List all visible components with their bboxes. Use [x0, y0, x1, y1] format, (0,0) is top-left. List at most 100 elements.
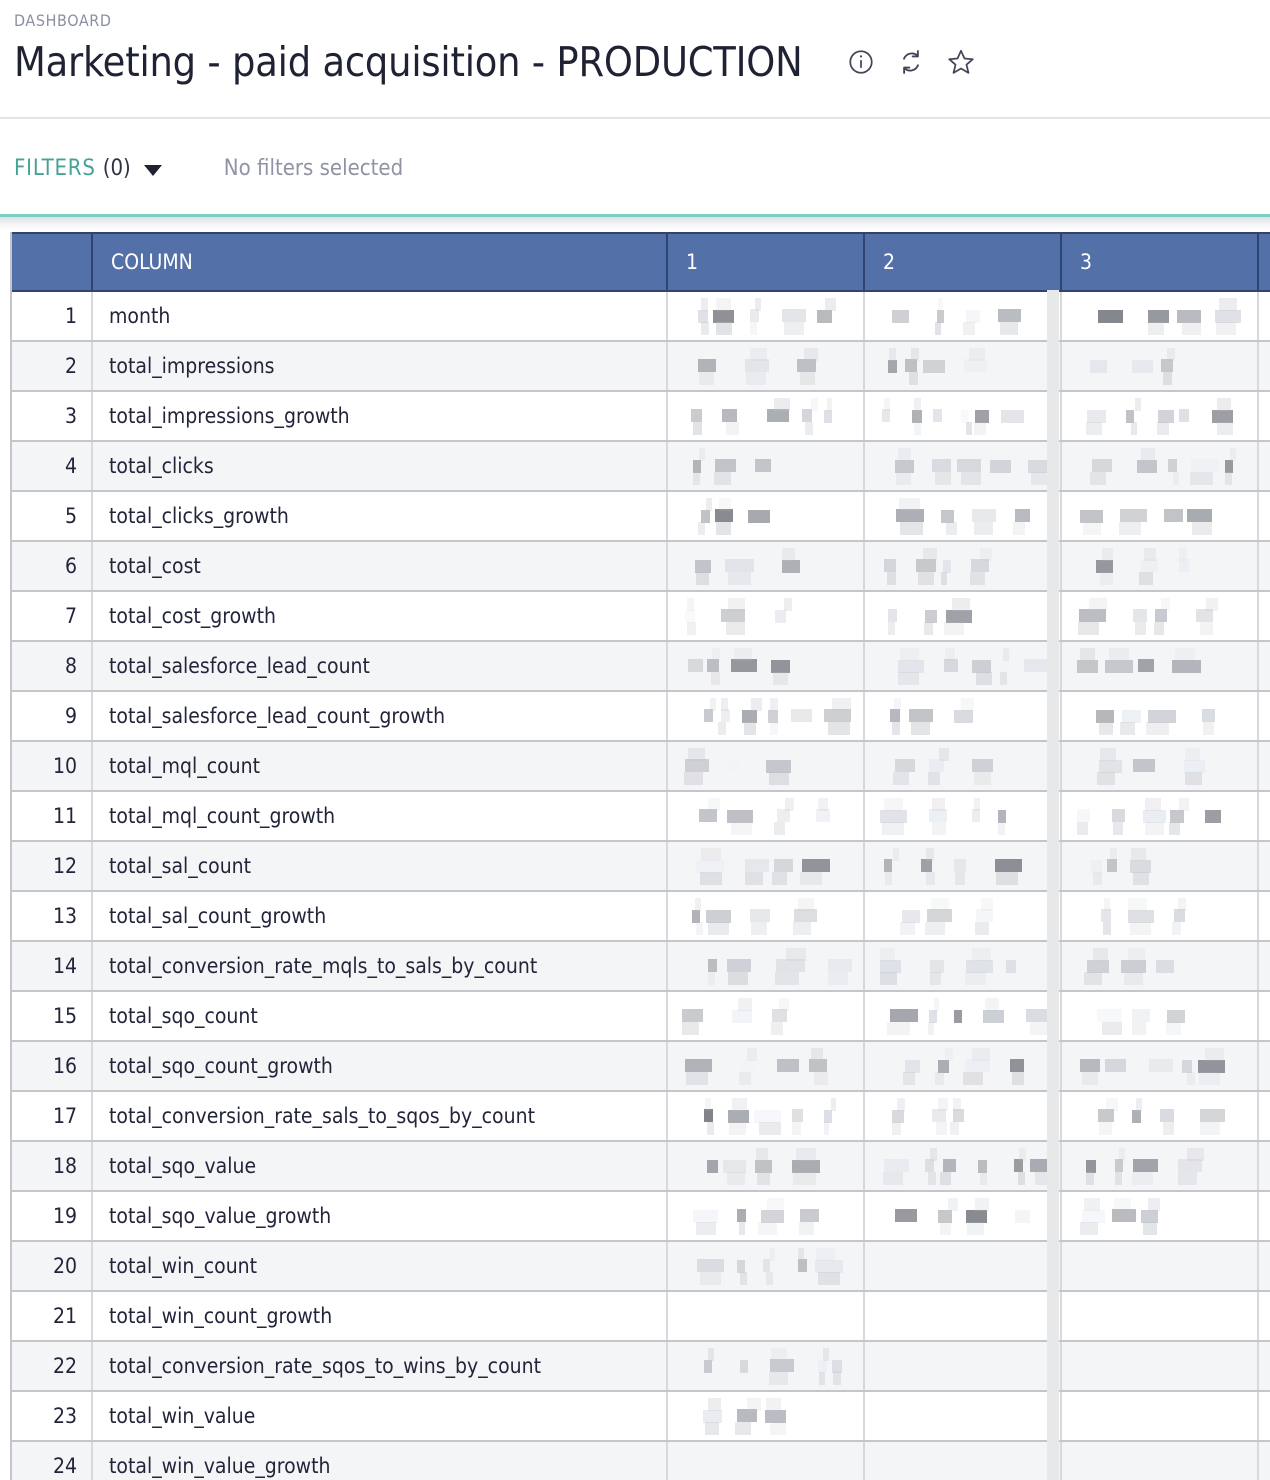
- table-row[interactable]: 20 total_win_count: [12, 1241, 1270, 1292]
- table-row[interactable]: 16 total_sqo_count_growth: [12, 1041, 1270, 1092]
- table-row[interactable]: 3 total_impressions_growth: [12, 391, 1270, 442]
- table-row[interactable]: 14 total_conversion_rate_mqls_to_sals_by_…: [12, 941, 1270, 992]
- data-cell-4[interactable]: [1258, 1341, 1270, 1392]
- data-cell-4[interactable]: [1258, 991, 1270, 1042]
- data-cell-4[interactable]: [1258, 1291, 1270, 1342]
- column-name-cell[interactable]: total_sqo_count_growth: [92, 1041, 668, 1092]
- column-name-cell[interactable]: total_win_count: [92, 1241, 668, 1292]
- data-cell-4[interactable]: [1258, 1441, 1270, 1480]
- data-cell-1[interactable]: [667, 791, 865, 842]
- data-cell-1[interactable]: [667, 441, 865, 492]
- data-cell-1[interactable]: [667, 641, 865, 692]
- column-name-cell[interactable]: total_win_value: [92, 1391, 668, 1442]
- data-cell-4[interactable]: [1258, 1041, 1270, 1092]
- table-row[interactable]: 18 total_sqo_value: [12, 1141, 1270, 1192]
- column-name-cell[interactable]: month: [92, 291, 668, 342]
- table-row[interactable]: 1 month: [12, 291, 1270, 342]
- column-name-cell[interactable]: total_conversion_rate_sqos_to_wins_by_co…: [92, 1341, 668, 1392]
- data-cell-1[interactable]: [667, 1191, 865, 1242]
- data-cell-1[interactable]: [667, 841, 865, 892]
- data-cell-1[interactable]: [667, 891, 865, 942]
- data-cell-3[interactable]: [1061, 641, 1259, 692]
- data-cell-3[interactable]: [1061, 541, 1259, 592]
- data-cell-3[interactable]: [1061, 1341, 1259, 1392]
- data-cell-2[interactable]: [864, 1341, 1062, 1392]
- column-header-1[interactable]: 1: [667, 232, 865, 292]
- data-cell-2[interactable]: [864, 641, 1062, 692]
- filters-toggle-label[interactable]: FILTERS: [14, 156, 96, 181]
- data-cell-2[interactable]: [864, 341, 1062, 392]
- data-cell-1[interactable]: [667, 1391, 865, 1442]
- column-name-cell[interactable]: total_mql_count_growth: [92, 791, 668, 842]
- data-cell-2[interactable]: [864, 841, 1062, 892]
- table-row[interactable]: 15 total_sqo_count: [12, 991, 1270, 1042]
- column-header-2[interactable]: 2: [864, 232, 1062, 292]
- table-row[interactable]: 23 total_win_value: [12, 1391, 1270, 1442]
- column-name-cell[interactable]: total_conversion_rate_sals_to_sqos_by_co…: [92, 1091, 668, 1142]
- data-cell-2[interactable]: [864, 1141, 1062, 1192]
- data-cell-3[interactable]: [1061, 441, 1259, 492]
- data-cell-2[interactable]: [864, 991, 1062, 1042]
- data-cell-1[interactable]: [667, 591, 865, 642]
- data-cell-1[interactable]: [667, 1041, 865, 1092]
- data-cell-2[interactable]: [864, 291, 1062, 342]
- data-cell-4[interactable]: [1258, 691, 1270, 742]
- data-cell-4[interactable]: [1258, 491, 1270, 542]
- data-cell-3[interactable]: [1061, 841, 1259, 892]
- table-row[interactable]: 11 total_mql_count_growth: [12, 791, 1270, 842]
- data-cell-4[interactable]: [1258, 441, 1270, 492]
- data-cell-1[interactable]: [667, 1291, 865, 1342]
- data-cell-4[interactable]: [1258, 541, 1270, 592]
- table-row[interactable]: 19 total_sqo_value_growth: [12, 1191, 1270, 1242]
- data-cell-3[interactable]: [1061, 891, 1259, 942]
- data-cell-2[interactable]: [864, 691, 1062, 742]
- data-cell-1[interactable]: [667, 291, 865, 342]
- column-name-cell[interactable]: total_clicks: [92, 441, 668, 492]
- column-name-cell[interactable]: total_sal_count_growth: [92, 891, 668, 942]
- data-cell-3[interactable]: [1061, 491, 1259, 542]
- table-row[interactable]: 10 total_mql_count: [12, 741, 1270, 792]
- data-cell-3[interactable]: [1061, 691, 1259, 742]
- data-cell-1[interactable]: [667, 1441, 865, 1480]
- data-cell-4[interactable]: [1258, 941, 1270, 992]
- data-cell-4[interactable]: [1258, 341, 1270, 392]
- column-header-4[interactable]: [1258, 232, 1270, 292]
- data-cell-4[interactable]: [1258, 391, 1270, 442]
- data-cell-1[interactable]: [667, 341, 865, 392]
- table-row[interactable]: 12 total_sal_count: [12, 841, 1270, 892]
- data-cell-1[interactable]: [667, 691, 865, 742]
- column-name-cell[interactable]: total_sqo_count: [92, 991, 668, 1042]
- data-cell-4[interactable]: [1258, 641, 1270, 692]
- data-cell-3[interactable]: [1061, 591, 1259, 642]
- data-cell-2[interactable]: [864, 1391, 1062, 1442]
- data-cell-3[interactable]: [1061, 1441, 1259, 1480]
- data-cell-2[interactable]: [864, 941, 1062, 992]
- data-cell-3[interactable]: [1061, 1141, 1259, 1192]
- data-cell-3[interactable]: [1061, 1391, 1259, 1442]
- table-row[interactable]: 4 total_clicks: [12, 441, 1270, 492]
- data-cell-4[interactable]: [1258, 291, 1270, 342]
- data-cell-2[interactable]: [864, 1241, 1062, 1292]
- table-row[interactable]: 17 total_conversion_rate_sals_to_sqos_by_…: [12, 1091, 1270, 1142]
- data-cell-2[interactable]: [864, 1041, 1062, 1092]
- data-cell-4[interactable]: [1258, 891, 1270, 942]
- table-row[interactable]: 24 total_win_value_growth: [12, 1441, 1270, 1480]
- data-cell-4[interactable]: [1258, 841, 1270, 892]
- data-cell-3[interactable]: [1061, 741, 1259, 792]
- column-name-cell[interactable]: total_cost: [92, 541, 668, 592]
- data-cell-2[interactable]: [864, 441, 1062, 492]
- results-table-container[interactable]: COLUMN 1 2 3 1 month 2 total_impressions 3 to…: [10, 232, 1270, 1480]
- column-header-column[interactable]: COLUMN: [92, 232, 668, 292]
- table-row[interactable]: 2 total_impressions: [12, 341, 1270, 392]
- column-name-cell[interactable]: total_sqo_value: [92, 1141, 668, 1192]
- data-cell-2[interactable]: [864, 741, 1062, 792]
- data-cell-3[interactable]: [1061, 1091, 1259, 1142]
- data-cell-1[interactable]: [667, 741, 865, 792]
- data-cell-2[interactable]: [864, 791, 1062, 842]
- table-row[interactable]: 7 total_cost_growth: [12, 591, 1270, 642]
- column-header-rownum[interactable]: [12, 232, 93, 292]
- data-cell-2[interactable]: [864, 1091, 1062, 1142]
- data-cell-1[interactable]: [667, 541, 865, 592]
- frozen-column-divider[interactable]: [1047, 290, 1059, 1480]
- table-row[interactable]: 21 total_win_count_growth: [12, 1291, 1270, 1342]
